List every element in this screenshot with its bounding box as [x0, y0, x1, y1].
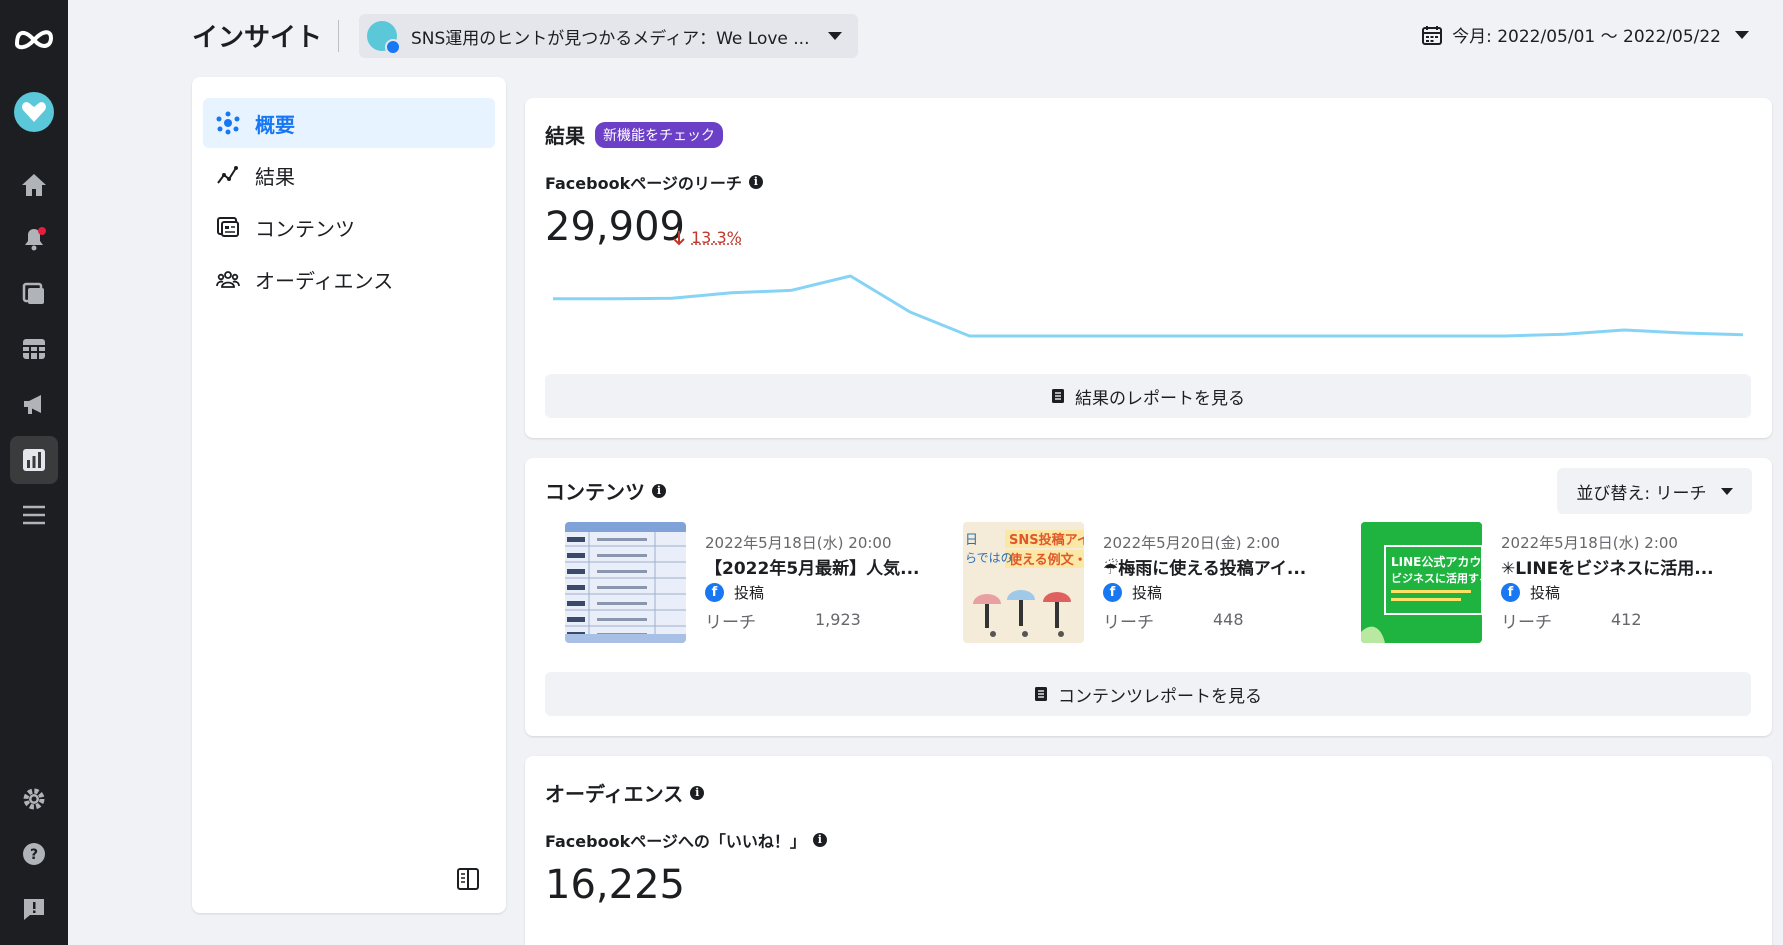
- reach-delta: 13.3%: [673, 228, 742, 247]
- likes-metric-label: Facebookページへの「いいね！」: [545, 832, 806, 851]
- nav-item-label: コンテンツ: [255, 216, 355, 241]
- results-report-label: 結果のレポートを見る: [1075, 388, 1245, 409]
- post-title[interactable]: 【2022年5月最新】人気...: [705, 554, 940, 579]
- post-title[interactable]: ✳LINEをビジネスに活用...: [1501, 554, 1736, 579]
- content-icon: [215, 214, 241, 240]
- page-avatar-small: [367, 21, 401, 55]
- post-thumbnail[interactable]: LINE公式アカウ ビジネスに活用する: [1361, 522, 1482, 643]
- nav-item-results[interactable]: 結果: [203, 150, 495, 200]
- facebook-icon: f: [705, 583, 724, 602]
- overview-icon: [215, 110, 241, 136]
- post-type: 投稿: [1132, 584, 1163, 602]
- post-item[interactable]: SNS投稿アイ 使える例文・ 日 らではの 2022年5月20日(金) 2:00…: [963, 522, 1343, 644]
- post-item[interactable]: LINE公式アカウ ビジネスに活用する 2022年5月18日(水) 2:00 ✳…: [1361, 522, 1741, 644]
- audience-title: オーディエンス: [545, 782, 684, 806]
- reach-metric-label: Facebookページのリーチ: [545, 174, 742, 193]
- page-title: インサイト: [192, 23, 323, 53]
- post-reach-label: リーチ: [705, 613, 756, 633]
- report-issue-icon[interactable]: [10, 885, 58, 933]
- sort-label: 並び替え: リーチ: [1576, 483, 1707, 504]
- nav-item-label: 概要: [255, 112, 295, 137]
- results-report-button[interactable]: 結果のレポートを見る: [545, 374, 1751, 418]
- post-date: 2022年5月18日(水) 2:00: [1501, 534, 1678, 552]
- page-selector-dropdown[interactable]: SNS運用のヒントが見つかるメディア：We Love ...: [359, 14, 858, 58]
- facebook-icon: f: [1103, 583, 1122, 602]
- thumb-text: LINE公式アカウ: [1391, 554, 1481, 569]
- reach-value: 29,909: [545, 204, 685, 250]
- info-icon[interactable]: i: [812, 833, 827, 847]
- title-divider: [338, 20, 339, 52]
- nav-item-label: オーディエンス: [255, 268, 394, 293]
- report-doc-icon: [1052, 389, 1064, 403]
- notifications-icon[interactable]: [10, 215, 58, 263]
- results-card: 結果 新機能をチェック Facebookページのリーチ i 29,909 13.…: [525, 98, 1772, 438]
- date-range-picker[interactable]: 今月: 2022/05/01 ～ 2022/05/22: [1422, 22, 1749, 47]
- chevron-down-icon: [828, 32, 842, 40]
- likes-value: 16,225: [545, 862, 685, 908]
- home-icon[interactable]: [10, 161, 58, 209]
- results-title: 結果: [545, 124, 585, 148]
- post-date: 2022年5月18日(水) 20:00: [705, 534, 892, 552]
- calendar-icon: [1422, 25, 1443, 45]
- thumb-text: SNS投稿アイ: [1009, 532, 1084, 548]
- nav-item-label: 結果: [255, 164, 295, 189]
- info-icon[interactable]: i: [748, 175, 763, 189]
- svg-text:?: ?: [30, 847, 38, 863]
- sort-dropdown[interactable]: 並び替え: リーチ: [1557, 468, 1752, 514]
- post-reach-value: 412: [1611, 610, 1642, 629]
- facebook-icon: f: [1501, 583, 1520, 602]
- calendar-grid-icon[interactable]: [10, 325, 58, 373]
- pages-icon[interactable]: [10, 270, 58, 318]
- post-reach-value: 448: [1213, 610, 1244, 629]
- post-reach-label: リーチ: [1501, 613, 1552, 633]
- post-type: 投稿: [734, 584, 765, 602]
- report-doc-icon: [1035, 687, 1047, 701]
- left-rail: ?: [0, 0, 68, 945]
- collapse-panel-icon[interactable]: [456, 867, 480, 891]
- settings-icon[interactable]: [10, 775, 58, 823]
- ads-megaphone-icon[interactable]: [10, 380, 58, 428]
- thumb-text: らではの: [965, 551, 1013, 565]
- audience-icon: [215, 266, 241, 292]
- reach-delta-pct: 13.3%: [691, 228, 742, 247]
- content-report-label: コンテンツレポートを見る: [1058, 686, 1262, 707]
- insights-nav: 概要 結果 コンテンツ オーディエンス: [192, 77, 506, 913]
- thumb-text: 使える例文・: [1008, 552, 1084, 568]
- facebook-badge-icon: [385, 39, 401, 55]
- sparkline-path: [553, 274, 1743, 338]
- page-selector-label: SNS運用のヒントが見つかるメディア：We Love ...: [411, 28, 810, 49]
- post-thumbnail[interactable]: [565, 522, 686, 643]
- post-item[interactable]: 2022年5月18日(水) 20:00 【2022年5月最新】人気... f 投稿…: [565, 522, 945, 644]
- post-thumbnail[interactable]: SNS投稿アイ 使える例文・ 日 らではの: [963, 522, 1084, 643]
- results-icon: [215, 162, 241, 188]
- page-avatar[interactable]: [10, 88, 58, 136]
- content-report-button[interactable]: コンテンツレポートを見る: [545, 672, 1751, 716]
- help-icon[interactable]: ?: [10, 830, 58, 878]
- post-title[interactable]: ☔梅雨に使える投稿アイ...: [1103, 554, 1338, 579]
- new-feature-badge[interactable]: 新機能をチェック: [595, 121, 723, 148]
- post-date: 2022年5月20日(金) 2:00: [1103, 534, 1280, 552]
- reach-sparkline: [553, 274, 1743, 338]
- info-icon[interactable]: i: [652, 483, 666, 498]
- info-icon[interactable]: i: [690, 785, 705, 800]
- nav-item-content[interactable]: コンテンツ: [203, 202, 495, 252]
- nav-item-audience[interactable]: オーディエンス: [203, 254, 495, 304]
- post-reach-value: 1,923: [815, 610, 861, 629]
- chevron-down-icon: [1735, 30, 1749, 39]
- post-type: 投稿: [1530, 584, 1561, 602]
- content-title: コンテンツ: [545, 480, 645, 504]
- nav-item-overview[interactable]: 概要: [203, 98, 495, 148]
- date-range-label: 今月: 2022/05/01 ～ 2022/05/22: [1452, 27, 1721, 47]
- meta-logo-icon[interactable]: [10, 14, 58, 62]
- audience-card: オーディエンス i Facebookページへの「いいね！」 i 16,225: [525, 756, 1772, 945]
- thumb-text: ビジネスに活用する: [1391, 571, 1482, 585]
- post-reach-label: リーチ: [1103, 613, 1154, 633]
- content-card: コンテンツ i 並び替え: リーチ 2022年5月18日(水) 20:00 【2…: [525, 458, 1772, 736]
- insights-chart-icon[interactable]: [10, 436, 58, 484]
- chevron-down-icon: [1720, 487, 1733, 495]
- arrow-down-icon: [673, 230, 685, 245]
- menu-icon[interactable]: [10, 491, 58, 539]
- thumb-text: 日: [965, 533, 978, 548]
